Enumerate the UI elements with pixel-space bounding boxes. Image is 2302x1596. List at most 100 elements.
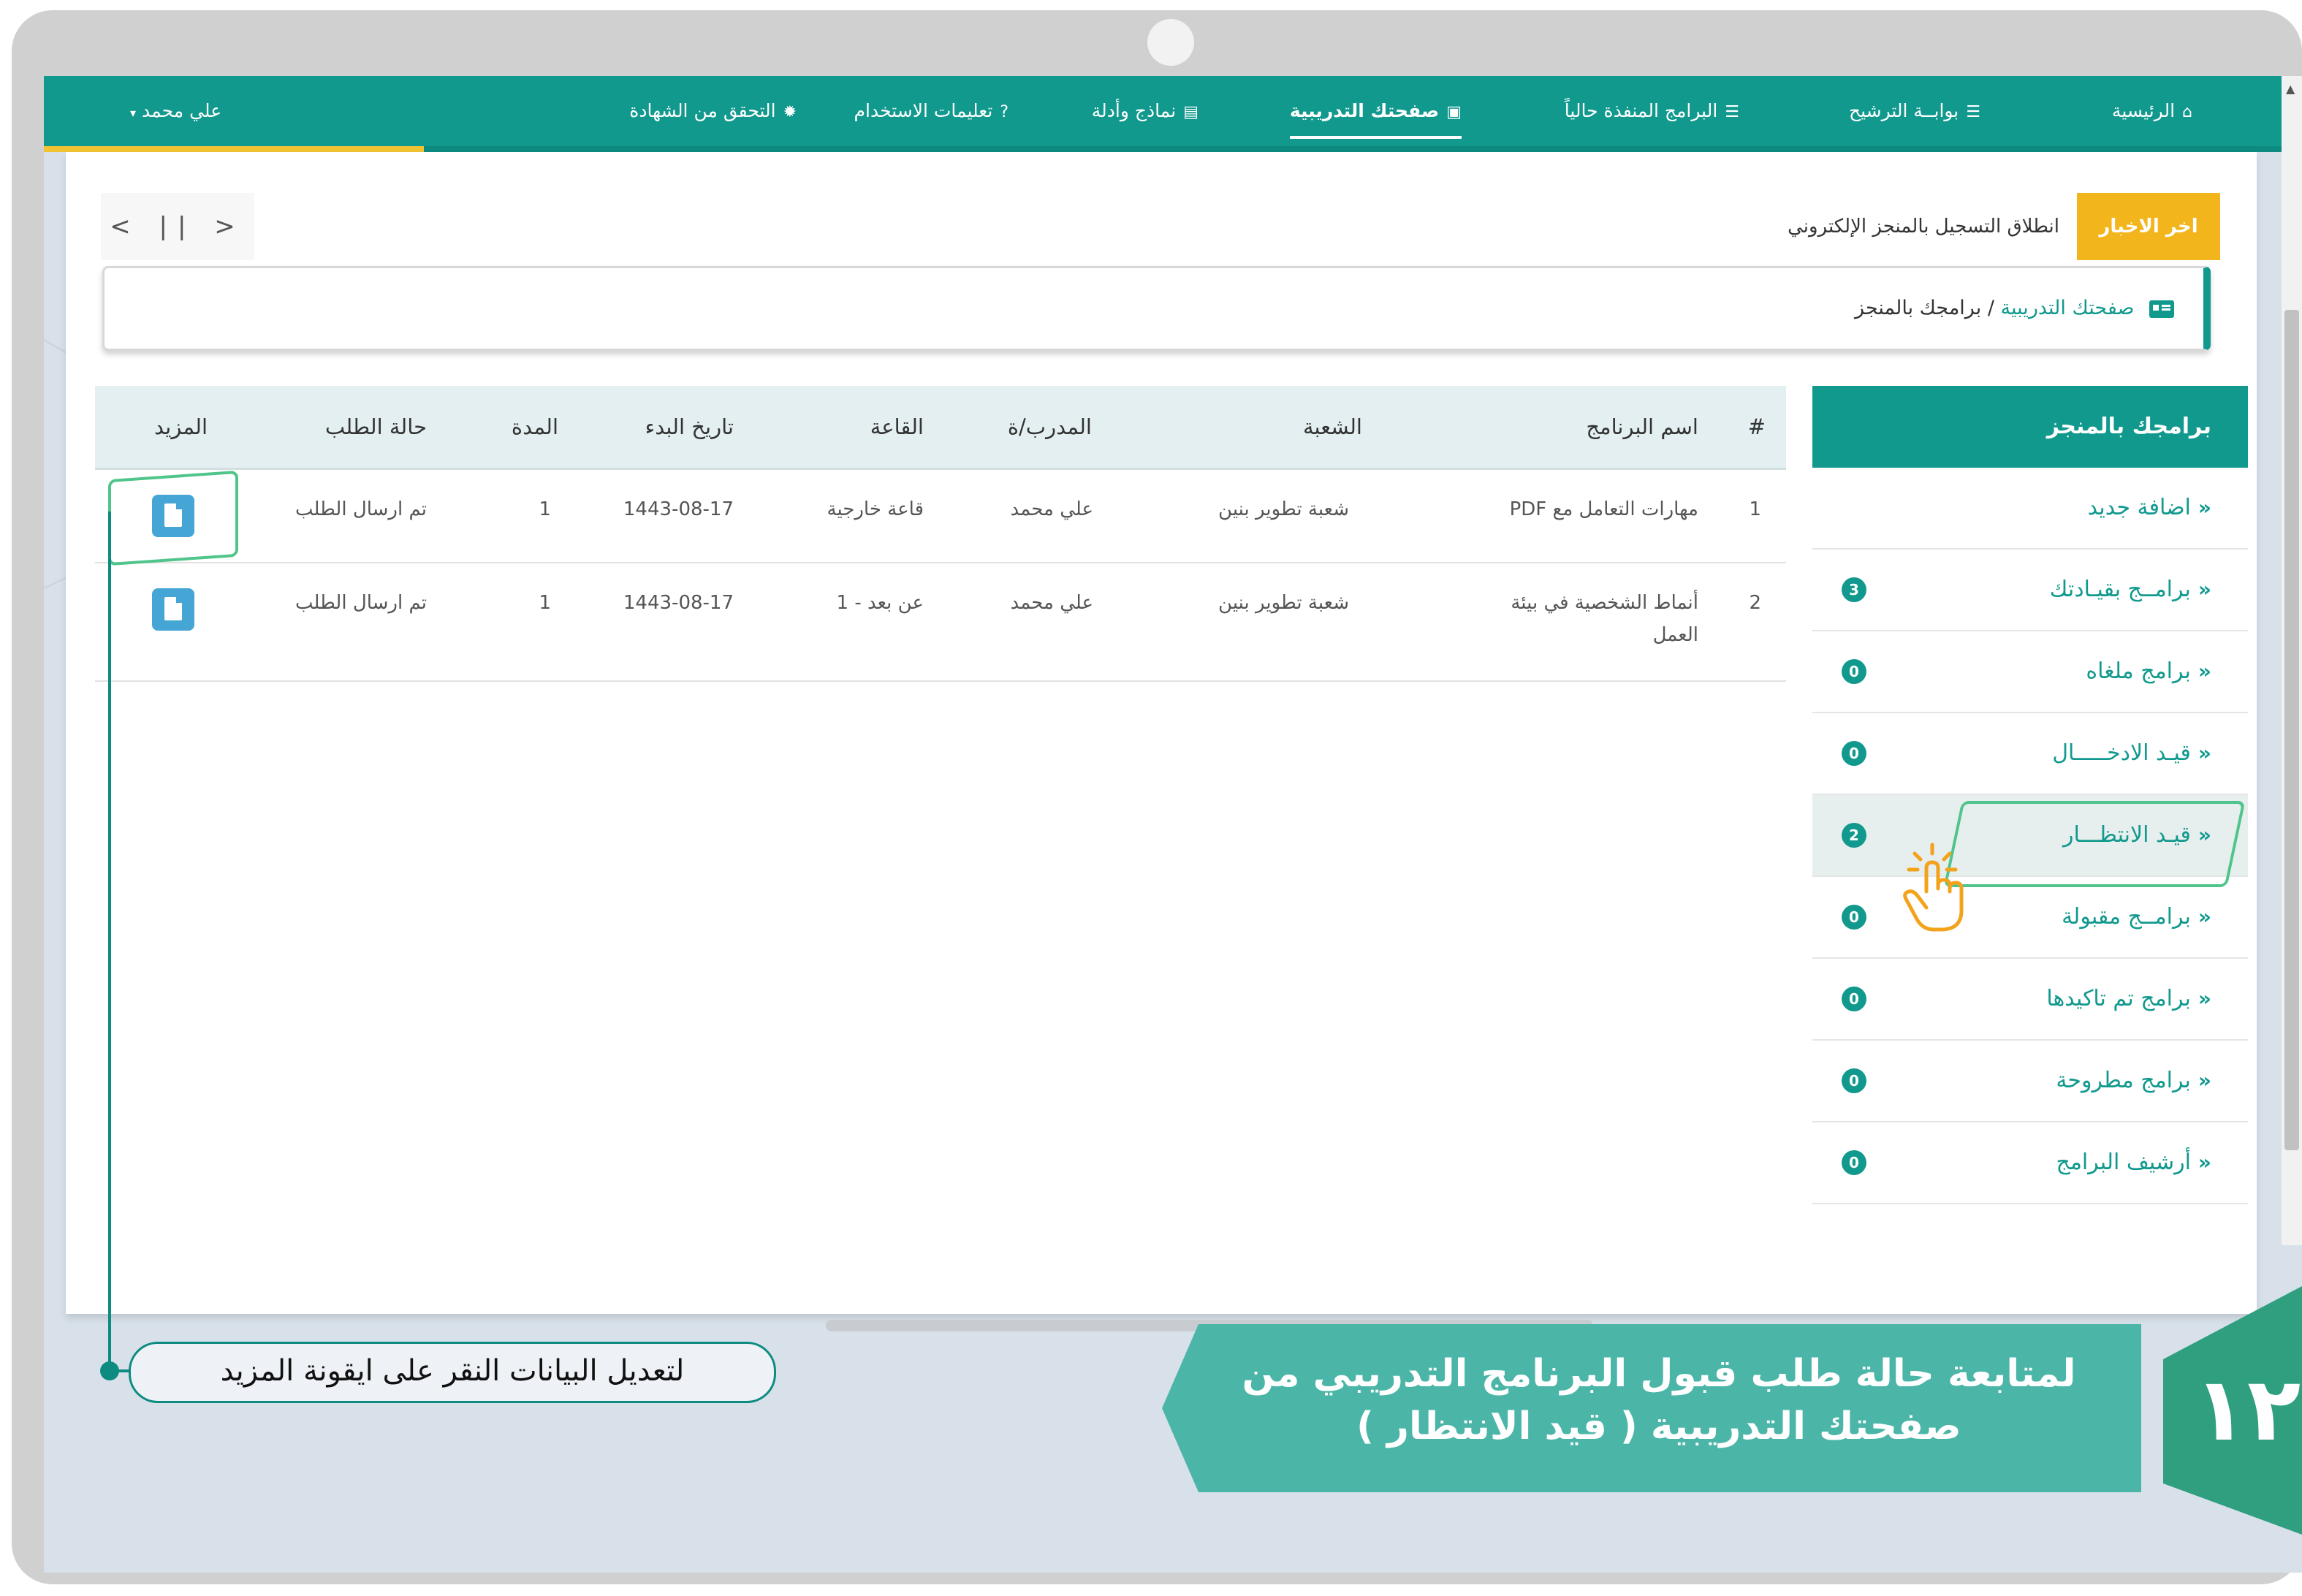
column-header-num: # [1747, 414, 1766, 439]
highlight-box-more-button [108, 470, 238, 566]
nav-home[interactable]: ⌂ الرئيسية [2112, 76, 2192, 146]
sidebar-item-label: برامج ملغاه [2086, 658, 2191, 684]
sidebar-item-cancelled[interactable]: «برامج ملغاه 0 [1812, 631, 2248, 713]
nav-forms-guides[interactable]: ▤ نماذج وأدلة [1092, 76, 1199, 146]
nav-accent-gold [44, 146, 424, 152]
column-header-branch: الشعبة [1302, 414, 1362, 439]
count-badge: 3 [1842, 577, 1866, 602]
nav-nomination-portal[interactable]: ☰ بوابــة الترشيح [1849, 76, 1980, 146]
user-menu[interactable]: علي محمد ▾ [130, 76, 221, 146]
banner-line-2: صفحتك التدريبية ( قيد الانتظار ) [1356, 1405, 1961, 1448]
file-icon: ▤ [1183, 103, 1199, 121]
scroll-up-icon[interactable]: ▲ [2286, 82, 2295, 96]
cell-branch: شعبة تطوير بنين [1218, 498, 1349, 520]
main-panel: اخر الاخبار انطلاق التسجيل بالمنجز الإلك… [66, 152, 2257, 1331]
user-name: علي محمد [142, 100, 222, 121]
nav-verify-certificate[interactable]: ✹ التحقق من الشهادة [629, 76, 797, 146]
nav-nomination-label: بوابــة الترشيح [1848, 100, 1959, 121]
step-number: ١٢ [2193, 1359, 2301, 1461]
callout-more-icon-hint: لتعديل البيانات النقر على ايقونة المزيد [129, 1342, 776, 1403]
document-icon [164, 597, 182, 620]
table-row: 1 مهارات التعامل مع PDF شعبة تطوير بنين … [95, 470, 1786, 563]
count-badge: 0 [1842, 741, 1866, 766]
cell-program: أنماط الشخصية في بيئة [1511, 592, 1698, 614]
sidebar-item-led-programs[interactable]: «برامــج بقيـادتك 3 [1812, 550, 2248, 631]
double-chevron-icon: « [2197, 741, 2211, 765]
double-chevron-icon: « [2197, 659, 2211, 683]
cell-trainer: علي محمد [1010, 592, 1093, 614]
column-header-trainer: المدرب/ة [1007, 414, 1092, 439]
sidebar-item-label: برامــج مقبولة [2062, 904, 2191, 930]
sidebar-item-in-entry[interactable]: «قيـد الادخـــــال 0 [1812, 713, 2248, 795]
cell-hall: عن بعد - 1 [836, 592, 924, 614]
sidebar-item-label: برامج تم تاكيدها [2046, 986, 2191, 1011]
question-icon: ? [1000, 103, 1008, 121]
cell-trainer: علي محمد [1010, 498, 1093, 520]
sidebar-item-label: برامــج بقيـادتك [2049, 577, 2191, 602]
cell-status: تم ارسال الطلب [295, 498, 427, 520]
step-banner-text: لمتابعة حالة طلب قبول البرنامج التدريبي … [1184, 1348, 2134, 1453]
table-header: # اسم البرنامج الشعبة المدرب/ة القاعة تا… [95, 386, 1786, 470]
breadcrumb-current: برامجك بالمنجز [1855, 297, 1982, 319]
nav-current-programs[interactable]: ☰ البرامج المنفذة حالياً [1565, 76, 1739, 146]
sidebar-item-accepted[interactable]: «برامــج مقبولة 0 [1812, 877, 2248, 959]
news-title: اخر الاخبار [2077, 193, 2220, 260]
column-header-status: حالة الطلب [324, 414, 427, 439]
list-icon: ☰ [1966, 103, 1980, 121]
device-camera [1147, 19, 1194, 66]
sidebar-item-add-new[interactable]: «اضافة جديد [1812, 468, 2248, 550]
double-chevron-icon: « [2197, 1150, 2211, 1174]
programs-table: # اسم البرنامج الشعبة المدرب/ة القاعة تا… [95, 386, 1786, 682]
nav-accent-strip [44, 146, 2302, 152]
double-chevron-icon: « [2197, 1068, 2211, 1092]
count-badge: 0 [1842, 1068, 1866, 1093]
count-badge: 0 [1842, 987, 1866, 1011]
top-navbar: ⌂ الرئيسية ☰ بوابــة الترشيح ☰ البرامج المن… [44, 76, 2302, 152]
callout-connector [108, 512, 111, 1374]
home-icon: ⌂ [2182, 103, 2192, 121]
breadcrumb-link-training-page[interactable]: صفحتك التدريبية [2001, 297, 2135, 319]
nav-forms-label: نماذج وأدلة [1091, 100, 1177, 121]
cell-hall: قاعة خارجية [827, 498, 924, 520]
sidebar-item-archive[interactable]: «أرشيف البرامج 0 [1812, 1122, 2248, 1204]
caret-down-icon: ▾ [130, 106, 137, 120]
nav-usage-instructions[interactable]: ? تعليمات الاستخدام [854, 76, 1008, 146]
more-file-button[interactable] [152, 588, 194, 631]
cell-duration: 1 [539, 498, 551, 520]
cell-num: 2 [1749, 592, 1761, 614]
nav-verify-label: التحقق من الشهادة [629, 100, 776, 121]
highlight-box-pending [1943, 801, 2246, 887]
nav-training-page[interactable]: ▣ صفحتك التدريبية [1289, 76, 1462, 146]
cell-start-date: 1443-08-17 [623, 498, 734, 520]
column-header-program: اسم البرنامج [1586, 414, 1698, 439]
breadcrumb-box: صفحتك التدريبية / برامجك بالمنجز [102, 266, 2211, 351]
count-badge: 0 [1842, 905, 1866, 930]
vertical-scrollbar[interactable]: ▲ [2282, 76, 2302, 1245]
sidebar-title: برامجك بالمنجز [1812, 386, 2248, 468]
double-chevron-icon: « [2197, 905, 2211, 929]
sidebar-item-label: أرشيف البرامج [2056, 1150, 2191, 1175]
double-chevron-icon: « [2197, 495, 2211, 520]
count-badge: 0 [1842, 1150, 1866, 1175]
sidebar-item-label: قيـد الادخـــــال [2052, 740, 2191, 766]
sidebar-item-offered[interactable]: «برامج مطروحة 0 [1812, 1041, 2248, 1122]
id-badge-icon: ▣ [1446, 103, 1462, 121]
news-controls[interactable]: < || > [101, 193, 254, 260]
cell-num: 1 [1749, 498, 1761, 520]
scrollbar-thumb[interactable] [2284, 310, 2299, 1150]
nav-training-page-label: صفحتك التدريبية [1289, 100, 1440, 121]
list-icon: ☰ [1725, 103, 1739, 121]
sidebar-item-confirmed[interactable]: «برامج تم تاكيدها 0 [1812, 959, 2248, 1041]
callout-dot [100, 1361, 119, 1380]
double-chevron-icon: « [2197, 577, 2211, 601]
news-text[interactable]: انطلاق التسجيل بالمنجز الإلكتروني [1788, 193, 2059, 260]
programs-sidebar: برامجك بالمنجز «اضافة جديد «برامــج بقيـ… [1812, 386, 2248, 1204]
cell-program-line2: العمل [1652, 624, 1698, 646]
sidebar-item-label: برامج مطروحة [2056, 1068, 2191, 1093]
double-chevron-icon: « [2197, 987, 2211, 1011]
count-badge: 2 [1842, 823, 1866, 848]
sidebar-item-label: اضافة جديد [2087, 495, 2191, 520]
column-header-hall: القاعة [870, 414, 924, 439]
nav-home-label: الرئيسية [2111, 100, 2176, 121]
breadcrumb: صفحتك التدريبية / برامجك بالمنجز [1855, 268, 2174, 349]
